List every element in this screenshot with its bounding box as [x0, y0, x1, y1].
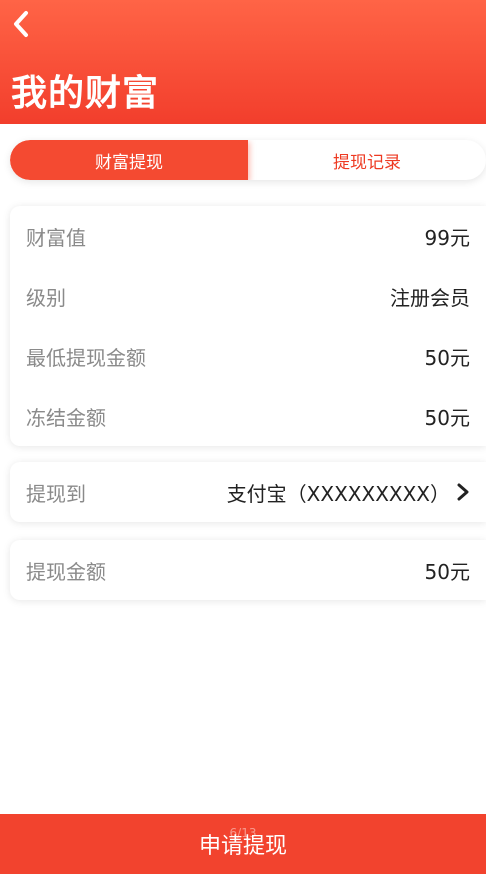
wealth-value: 99元 [424, 225, 470, 250]
tab-withdraw-records[interactable]: 提现记录 [248, 140, 486, 180]
level-row: 级别 注册会员 [10, 266, 486, 326]
min-withdraw-value: 50元 [424, 345, 470, 370]
frozen-amount-value: 50元 [424, 405, 470, 430]
chevron-left-icon [14, 11, 28, 37]
wealth-value-label: 财富值 [26, 225, 86, 250]
wealth-value-row: 财富值 99元 [10, 206, 486, 266]
withdraw-to-label: 提现到 [26, 481, 86, 506]
withdraw-to-value-group: 支付宝（XXXXXXXXX） [227, 478, 470, 507]
withdraw-amount-card: 提现金额 50元 [10, 540, 486, 600]
back-button[interactable] [4, 4, 38, 44]
frozen-amount-row: 冻结金额 50元 [10, 386, 486, 446]
page-title: 我的财富 [11, 73, 160, 114]
apply-withdraw-button[interactable]: 申请提现 [0, 814, 486, 874]
page-indicator: 6/13 [229, 826, 257, 840]
header-bar: 我的财富 [0, 0, 486, 124]
wealth-info-card: 财富值 99元 级别 注册会员 最低提现金额 50元 冻结金额 50元 [10, 206, 486, 446]
min-withdraw-label: 最低提现金额 [26, 345, 146, 370]
level-value: 注册会员 [390, 285, 470, 310]
withdraw-amount-label: 提现金额 [26, 559, 106, 584]
tab-wealth-withdraw[interactable]: 财富提现 [10, 140, 248, 180]
withdraw-amount-row[interactable]: 提现金额 50元 [10, 540, 486, 600]
withdraw-to-card: 提现到 支付宝（XXXXXXXXX） [10, 462, 486, 522]
withdraw-amount-value[interactable]: 50元 [425, 556, 470, 585]
min-withdraw-row: 最低提现金额 50元 [10, 326, 486, 386]
frozen-amount-label: 冻结金额 [26, 405, 106, 430]
withdraw-to-row[interactable]: 提现到 支付宝（XXXXXXXXX） [10, 462, 486, 522]
chevron-right-icon [457, 483, 469, 501]
level-label: 级别 [26, 285, 66, 310]
tab-bar: 财富提现 提现记录 [10, 140, 486, 180]
withdraw-account-value: 支付宝（XXXXXXXXX） [226, 481, 450, 506]
